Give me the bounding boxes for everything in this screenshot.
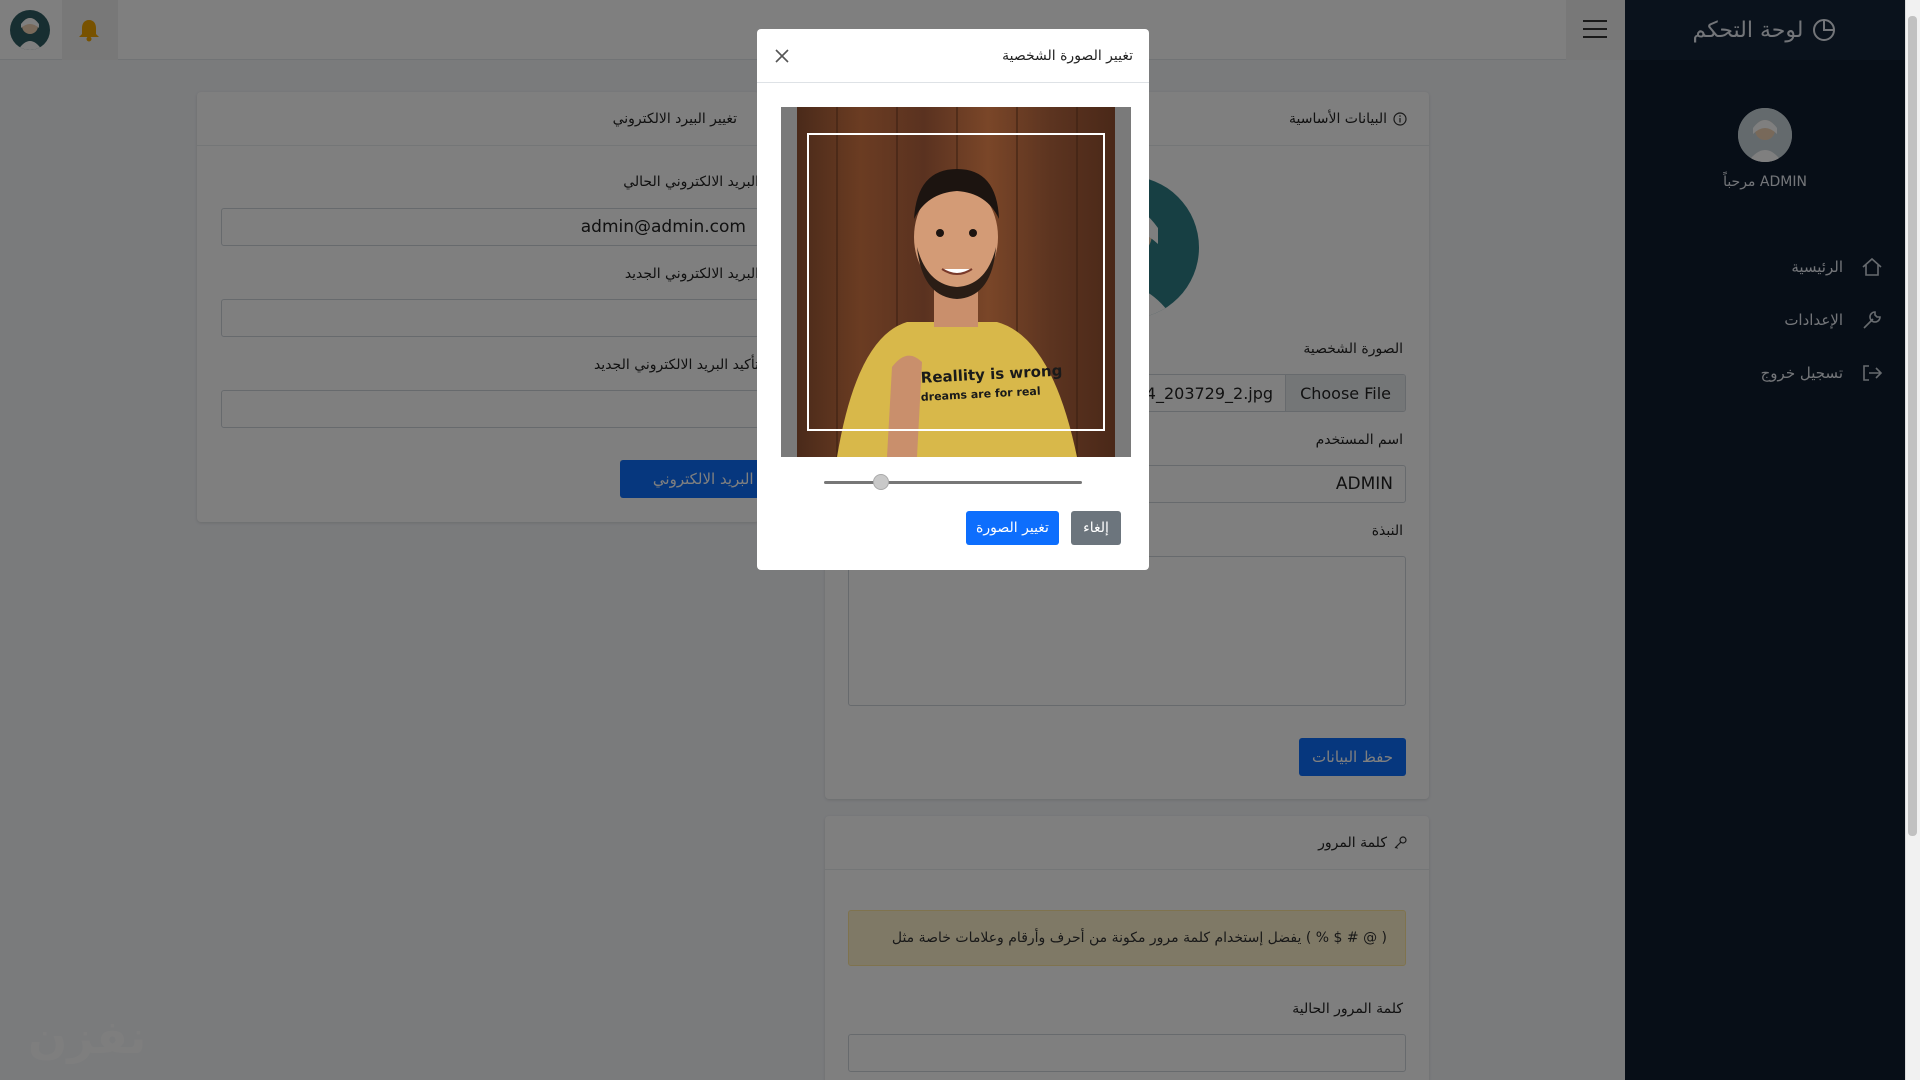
modal-header: تغيير الصورة الشخصية: [757, 29, 1149, 83]
scrollbar-thumb[interactable]: [1908, 16, 1917, 836]
cancel-button[interactable]: إلغاء: [1071, 511, 1121, 545]
change-photo-modal: تغيير الصورة الشخصية Reallity is wrong d…: [757, 29, 1149, 570]
image-cropper[interactable]: Reallity is wrong dreams are for real: [781, 107, 1131, 457]
zoom-slider-handle[interactable]: [872, 474, 889, 490]
modal-title: تغيير الصورة الشخصية: [1002, 47, 1133, 64]
change-photo-button[interactable]: تغيير الصورة: [966, 511, 1059, 545]
close-icon[interactable]: [773, 47, 791, 65]
crop-selection-box[interactable]: [807, 133, 1105, 431]
zoom-slider[interactable]: [824, 474, 1082, 490]
